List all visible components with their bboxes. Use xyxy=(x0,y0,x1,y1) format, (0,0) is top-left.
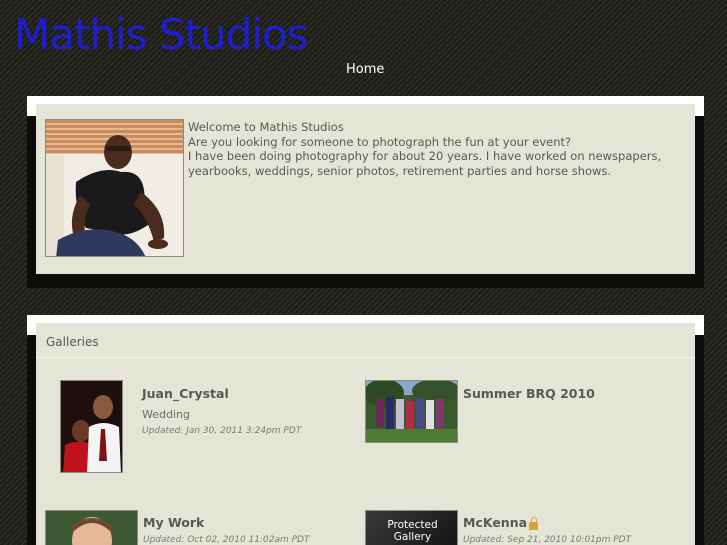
gallery-link-summer-brq-2010[interactable]: Summer BRQ 2010 xyxy=(463,386,595,401)
portrait-boy-image xyxy=(46,511,137,545)
welcome-text: Welcome to Mathis Studios Are you lookin… xyxy=(188,120,688,178)
gallery-link-my-work[interactable]: My Work xyxy=(143,515,204,530)
welcome-heading: Welcome to Mathis Studios xyxy=(188,120,344,134)
galleries-heading: Galleries xyxy=(46,335,99,349)
gallery-updated: Updated: Oct 02, 2010 11:02am PDT xyxy=(143,535,310,545)
group-photo-image xyxy=(366,381,457,442)
galleries-content: Galleries Juan_Crystal Wedding Updated: … xyxy=(36,323,695,545)
wedding-photo-image xyxy=(61,381,122,472)
lock-icon xyxy=(529,517,538,530)
gallery-category: Wedding xyxy=(142,408,190,421)
portrait-photo-image xyxy=(46,120,183,256)
gallery-thumb-juan-crystal[interactable] xyxy=(60,380,123,473)
gallery-updated: Updated: Sep 21, 2010 10:01pm PDT xyxy=(463,535,632,545)
welcome-panel: Welcome to Mathis Studios Are you lookin… xyxy=(27,96,704,288)
welcome-content: Welcome to Mathis Studios Are you lookin… xyxy=(36,104,695,274)
protected-gallery-label: Protected Gallery xyxy=(387,519,438,543)
welcome-description: I have been doing photography for about … xyxy=(188,149,662,178)
galleries-header: Galleries xyxy=(36,324,695,358)
galleries-panel: Galleries Juan_Crystal Wedding Updated: … xyxy=(27,315,704,545)
gallery-thumb-mckenna[interactable]: Protected Gallery xyxy=(365,510,458,545)
site-title[interactable]: Mathis Studios xyxy=(14,10,309,60)
gallery-link-mckenna[interactable]: McKenna xyxy=(463,515,527,530)
gallery-thumb-my-work[interactable] xyxy=(45,510,138,545)
nav-home-link[interactable]: Home xyxy=(346,62,384,78)
gallery-updated: Updated: Jan 30, 2011 3:24pm PDT xyxy=(142,426,302,436)
gallery-link-juan-crystal[interactable]: Juan_Crystal xyxy=(142,386,229,401)
galleries-list: Juan_Crystal Wedding Updated: Jan 30, 20… xyxy=(36,364,695,545)
welcome-question: Are you looking for someone to photograp… xyxy=(188,134,572,149)
gallery-thumb-summer-brq-2010[interactable] xyxy=(365,380,458,443)
portrait-photo xyxy=(45,119,184,257)
